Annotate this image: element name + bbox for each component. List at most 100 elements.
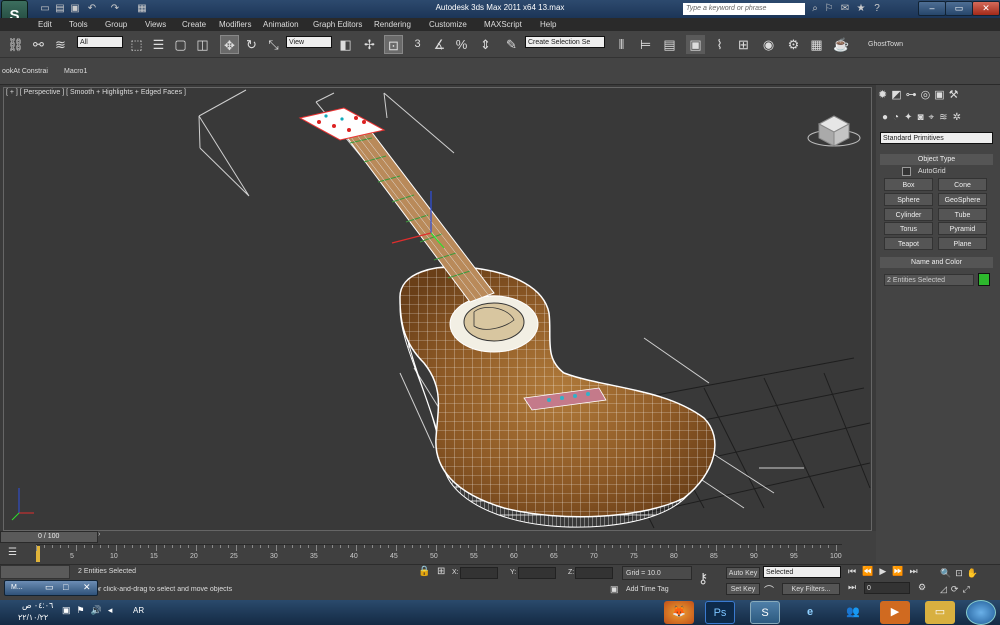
selection-filter-select[interactable]: All — [77, 36, 123, 48]
time-tag-icon[interactable]: ▣ — [610, 584, 619, 595]
create-tab-icon[interactable]: ✹ — [878, 89, 891, 101]
search-input[interactable]: Type a keyword or phrase — [683, 3, 805, 15]
field-of-view-icon[interactable]: ◿ — [940, 584, 951, 594]
tube-button[interactable]: Tube — [938, 208, 987, 221]
object-color-swatch[interactable] — [978, 273, 990, 286]
photoshop-icon[interactable]: Ps — [705, 601, 735, 624]
cone-button[interactable]: Cone — [938, 178, 987, 191]
autogrid-checkbox[interactable] — [902, 167, 911, 176]
close-button[interactable]: ✕ — [972, 1, 1000, 16]
infocenter-icon[interactable]: ⚐ — [822, 2, 836, 15]
menu-maxscript[interactable]: MAXScript — [484, 18, 522, 31]
window-crossing-icon[interactable]: ◫ — [193, 35, 212, 54]
graphite-ribbon-icon[interactable]: ▣ — [686, 35, 705, 54]
explorer-folder-icon[interactable]: ▭ — [925, 601, 955, 624]
rectangular-selection-icon[interactable]: ▢ — [171, 35, 190, 54]
display-tab-icon[interactable]: ▣ — [934, 89, 948, 101]
key-mode-icon[interactable]: ⚷ — [698, 570, 708, 587]
bind-space-warp-icon[interactable]: ≋ — [51, 35, 70, 54]
minimized-window[interactable]: M... ▭ □ ✕ — [4, 580, 98, 596]
motion-tab-icon[interactable]: ◎ — [921, 89, 935, 101]
favorites-icon[interactable]: ★ — [854, 2, 868, 15]
menu-graph-editors[interactable]: Graph Editors — [313, 18, 362, 31]
add-time-tag-button[interactable]: Add Time Tag — [626, 586, 669, 593]
material-editor-icon[interactable]: ◉ — [759, 35, 778, 54]
absolute-mode-icon[interactable]: ⊞ — [437, 566, 445, 577]
category-dropdown[interactable]: Standard Primitives — [880, 132, 993, 144]
rendered-frame-window-icon[interactable]: ▦ — [807, 35, 826, 54]
hierarchy-tab-icon[interactable]: ⊶ — [906, 89, 921, 101]
cameras-icon[interactable]: ◙ — [917, 112, 928, 123]
perspective-viewport[interactable] — [3, 87, 872, 531]
maximize-small-icon[interactable]: □ — [63, 582, 68, 592]
plane-button[interactable]: Plane — [938, 237, 987, 250]
time-configuration-icon[interactable]: ⚙ — [918, 582, 926, 593]
default-in-out-tangents-icon[interactable]: ⌒ — [764, 582, 774, 597]
helpers-icon[interactable]: ⌖ — [929, 112, 940, 123]
align-icon[interactable]: ⊨ — [636, 35, 655, 54]
z-coordinate-field[interactable] — [575, 567, 613, 579]
auto-key-button[interactable]: Auto Key — [726, 567, 760, 579]
curve-editor-mini-icon[interactable]: ☰ — [8, 547, 17, 558]
key-mode-toggle-icon[interactable]: ⏭ — [848, 582, 856, 593]
object-name-field[interactable]: 2 Entities Selected — [884, 274, 974, 286]
go-to-end-icon[interactable]: ⏭ — [909, 566, 923, 576]
render-production-icon[interactable]: ☕ — [832, 35, 851, 54]
menu-group[interactable]: Group — [105, 18, 127, 31]
menu-modifiers[interactable]: Modifiers — [219, 18, 251, 31]
language-indicator[interactable]: AR — [133, 606, 144, 615]
named-selection-set-input[interactable]: Create Selection Se — [525, 36, 605, 48]
reference-coordinate-select[interactable]: View — [286, 36, 332, 48]
3dsmax-taskbar-icon[interactable]: S — [750, 601, 780, 624]
snaps-toggle-icon[interactable]: 3 — [408, 35, 427, 54]
box-button[interactable]: Box — [884, 178, 933, 191]
cylinder-button[interactable]: Cylinder — [884, 208, 933, 221]
torus-button[interactable]: Torus — [884, 222, 933, 235]
menu-tools[interactable]: Tools — [69, 18, 88, 31]
edit-named-selection-icon[interactable]: ✎ — [502, 35, 521, 54]
start-button[interactable] — [966, 600, 996, 625]
help-icon[interactable]: ? — [870, 2, 884, 15]
maximize-button[interactable]: ▭ — [945, 1, 973, 16]
messenger-icon[interactable]: 👥 — [838, 601, 868, 624]
shapes-icon[interactable]: ◔ — [893, 112, 904, 123]
percent-snap-icon[interactable]: % — [452, 35, 471, 54]
utilities-tab-icon[interactable]: ⚒ — [949, 89, 963, 101]
go-to-start-icon[interactable]: ⏮ — [848, 566, 862, 576]
modify-tab-icon[interactable]: ◩ — [891, 89, 905, 101]
select-manipulate-icon[interactable]: ✢ — [360, 35, 379, 54]
curve-editor-icon[interactable]: ⌇ — [710, 35, 729, 54]
zoom-extents-icon[interactable]: ⊡ — [955, 568, 967, 578]
time-slider-next[interactable]: › — [98, 531, 108, 543]
key-selection-dropdown[interactable]: Selected — [763, 566, 841, 578]
communication-icon[interactable]: ✉ — [838, 2, 852, 15]
systems-icon[interactable]: ✲ — [953, 112, 966, 123]
lights-icon[interactable]: ✦ — [904, 112, 917, 123]
orbit-icon[interactable]: ⟳ — [951, 584, 963, 594]
key-filters-button[interactable]: Key Filters... — [782, 583, 840, 595]
maximize-viewport-icon[interactable]: ⤢ — [962, 584, 973, 594]
next-frame-icon[interactable]: ⏩ — [892, 566, 909, 576]
menu-animation[interactable]: Animation — [263, 18, 299, 31]
unlink-icon[interactable]: ⚯ — [29, 35, 48, 54]
menu-customize[interactable]: Customize — [429, 18, 467, 31]
network-icon[interactable]: ▣ — [62, 605, 77, 615]
y-coordinate-field[interactable] — [518, 567, 556, 579]
pan-icon[interactable]: ✋ — [967, 568, 982, 578]
sphere-button[interactable]: Sphere — [884, 193, 933, 206]
play-icon[interactable]: ▶ — [879, 566, 892, 576]
search-icon[interactable]: ⌕ — [808, 2, 822, 15]
menu-rendering[interactable]: Rendering — [374, 18, 411, 31]
mirror-icon[interactable]: ⫴ — [612, 35, 631, 54]
schematic-view-icon[interactable]: ⊞ — [734, 35, 753, 54]
ribbon-item-macro1[interactable]: Macro1 — [64, 68, 87, 75]
pyramid-button[interactable]: Pyramid — [938, 222, 987, 235]
name-color-rollout-title[interactable]: Name and Color — [880, 257, 993, 268]
viewport-label[interactable]: [ + ] [ Perspective ] [ Smooth + Highlig… — [6, 89, 186, 96]
spinner-snap-icon[interactable]: ⇕ — [476, 35, 495, 54]
teapot-button[interactable]: Teapot — [884, 237, 933, 250]
select-by-name-icon[interactable]: ☰ — [149, 35, 168, 54]
render-setup-icon[interactable]: ⚙ — [784, 35, 803, 54]
ribbon-item-lookat[interactable]: ookAt Constrai — [2, 68, 48, 75]
minimize-button[interactable]: – — [918, 1, 946, 16]
